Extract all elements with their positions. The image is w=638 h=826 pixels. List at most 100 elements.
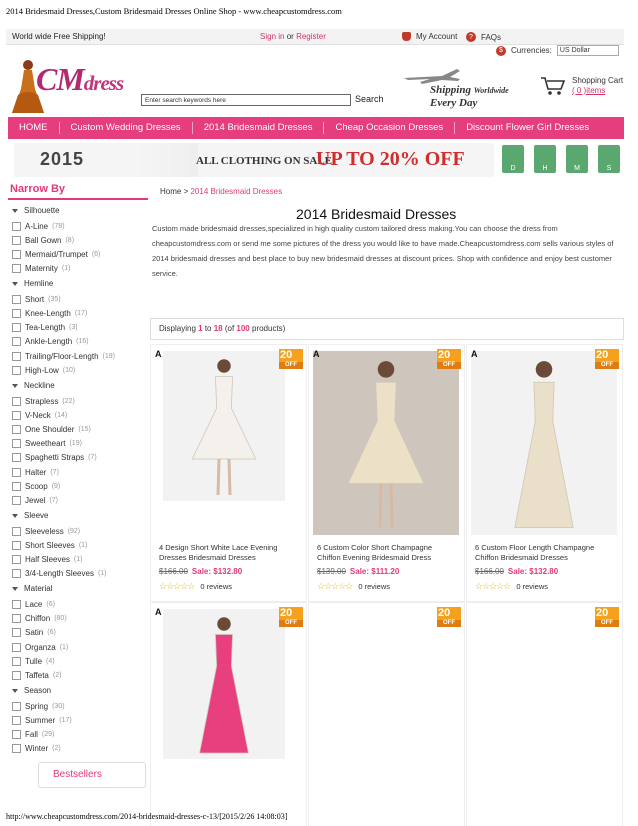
filter-option[interactable]: One Shoulder (15) bbox=[12, 424, 91, 434]
breadcrumb-home[interactable]: Home bbox=[160, 187, 181, 196]
filter-option[interactable]: Trailing/Floor-Length (19) bbox=[12, 351, 115, 361]
filter-checkbox[interactable] bbox=[12, 555, 21, 564]
filter-checkbox[interactable] bbox=[12, 467, 21, 477]
filter-checkbox[interactable] bbox=[12, 410, 21, 420]
filter-checkbox[interactable] bbox=[12, 670, 21, 680]
filter-checkbox[interactable] bbox=[12, 744, 21, 754]
filter-group-silhouette[interactable]: Silhouette bbox=[12, 206, 60, 215]
filter-option[interactable]: Summer (17) bbox=[12, 715, 72, 725]
product-reviews[interactable]: ☆☆☆☆☆ 0 reviews bbox=[475, 581, 548, 592]
filter-checkbox[interactable] bbox=[12, 337, 21, 347]
filter-checkbox[interactable] bbox=[12, 249, 21, 259]
my-account-link[interactable]: My Account bbox=[402, 32, 457, 41]
filter-option[interactable]: Knee-Length (17) bbox=[12, 309, 87, 318]
filter-option[interactable]: Winter (2) bbox=[12, 744, 61, 754]
product-name-link[interactable]: 6 Custom Floor Length Champagne Chiffon … bbox=[475, 543, 615, 563]
filter-checkbox[interactable] bbox=[12, 323, 21, 333]
filter-checkbox[interactable] bbox=[12, 569, 21, 579]
nav-discount-flower-girl-dresses[interactable]: Discount Flower Girl Dresses bbox=[455, 122, 600, 134]
product-card[interactable]: 20 OFF bbox=[308, 602, 465, 826]
product-image[interactable] bbox=[313, 351, 459, 535]
filter-option[interactable]: Taffeta (2) bbox=[12, 670, 61, 680]
filter-checkbox[interactable] bbox=[12, 294, 21, 304]
product-reviews[interactable]: ☆☆☆☆☆ 0 reviews bbox=[159, 581, 232, 592]
filter-checkbox[interactable] bbox=[12, 628, 21, 638]
filter-checkbox[interactable] bbox=[12, 701, 21, 711]
faqs-link[interactable]: ? FAQs bbox=[466, 32, 501, 42]
filter-checkbox[interactable] bbox=[12, 642, 21, 652]
search-input[interactable]: Enter search keywords here bbox=[141, 94, 351, 106]
filter-checkbox[interactable] bbox=[12, 540, 21, 550]
filter-checkbox[interactable] bbox=[12, 730, 21, 739]
filter-checkbox[interactable] bbox=[12, 365, 21, 375]
search-button[interactable]: Search bbox=[355, 94, 384, 104]
filter-option[interactable]: Halter (7) bbox=[12, 467, 59, 477]
filter-checkbox[interactable] bbox=[12, 481, 21, 491]
product-name-link[interactable]: 4 Design Short White Lace Evening Dresse… bbox=[159, 543, 299, 563]
product-reviews[interactable]: ☆☆☆☆☆ 0 reviews bbox=[317, 581, 390, 592]
filter-option[interactable]: Ball Gown (8) bbox=[12, 235, 74, 245]
site-logo[interactable]: CMdress bbox=[10, 55, 130, 115]
product-name-link[interactable]: 6 Custom Color Short Champagne Chiffon E… bbox=[317, 543, 457, 563]
filter-checkbox[interactable] bbox=[12, 396, 21, 406]
filter-option[interactable]: 3/4-Length Sleeves (1) bbox=[12, 569, 107, 579]
product-image[interactable] bbox=[163, 351, 285, 501]
product-card[interactable]: 20 OFF bbox=[466, 602, 623, 826]
product-card[interactable]: A 20 OFF 4 Design Short White Lace Evening … bbox=[150, 344, 307, 602]
currency-select[interactable]: US Dollar bbox=[556, 45, 619, 56]
product-card[interactable]: A 20 OFF bbox=[150, 602, 307, 826]
filter-group-sleeve[interactable]: Sleeve bbox=[12, 511, 48, 520]
filter-option[interactable]: Short Sleeves (1) bbox=[12, 540, 87, 550]
filter-checkbox[interactable] bbox=[12, 264, 21, 274]
filter-group-neckline[interactable]: Neckline bbox=[12, 381, 55, 390]
sale-banner[interactable]: 2015 ALL CLOTHING ON SALE UP TO 20% OFF … bbox=[14, 143, 624, 177]
filter-option[interactable]: Strapless (22) bbox=[12, 396, 75, 406]
filter-option[interactable]: Tulle (4) bbox=[12, 656, 55, 666]
filter-checkbox[interactable] bbox=[12, 221, 21, 231]
filter-checkbox[interactable] bbox=[12, 424, 21, 434]
cart-items-link[interactable]: ( 0 )items bbox=[572, 86, 605, 95]
filter-option[interactable]: Tea-Length (3) bbox=[12, 323, 78, 333]
product-card[interactable]: A 20 OFF 6 Custom Floor Length Champagne Ch… bbox=[466, 344, 623, 602]
register-link[interactable]: Register bbox=[296, 32, 326, 41]
filter-checkbox[interactable] bbox=[12, 309, 21, 318]
filter-option[interactable]: Satin (6) bbox=[12, 628, 56, 638]
filter-option[interactable]: Fall (29) bbox=[12, 730, 54, 739]
nav-cheap-occasion-dresses[interactable]: Cheap Occasion Dresses bbox=[324, 122, 456, 134]
filter-checkbox[interactable] bbox=[12, 235, 21, 245]
filter-option[interactable]: V-Neck (14) bbox=[12, 410, 67, 420]
filter-checkbox[interactable] bbox=[12, 656, 21, 666]
product-image[interactable] bbox=[471, 351, 617, 535]
filter-option[interactable]: Lace (6) bbox=[12, 599, 55, 609]
filter-option[interactable]: Organza (1) bbox=[12, 642, 68, 652]
filter-option[interactable]: Sleeveless (92) bbox=[12, 526, 80, 536]
filter-checkbox[interactable] bbox=[12, 715, 21, 725]
nav-custom-wedding-dresses[interactable]: Custom Wedding Dresses bbox=[60, 122, 193, 134]
filter-option[interactable]: Half Sleeves (1) bbox=[12, 555, 82, 564]
filter-checkbox[interactable] bbox=[12, 439, 21, 449]
filter-option[interactable]: Jewel (7) bbox=[12, 495, 58, 505]
filter-checkbox[interactable] bbox=[12, 453, 21, 463]
product-image[interactable] bbox=[163, 609, 285, 759]
filter-option[interactable]: A-Line (78) bbox=[12, 221, 65, 231]
filter-option[interactable]: Ankle-Length (16) bbox=[12, 337, 89, 347]
filter-option[interactable]: Spring (30) bbox=[12, 701, 65, 711]
filter-option[interactable]: Scoop (9) bbox=[12, 481, 60, 491]
filter-checkbox[interactable] bbox=[12, 599, 21, 609]
filter-checkbox[interactable] bbox=[12, 495, 21, 505]
filter-option[interactable]: Mermaid/Trumpet (6) bbox=[12, 249, 100, 259]
nav-2014-bridesmaid-dresses[interactable]: 2014 Bridesmaid Dresses bbox=[193, 122, 325, 134]
filter-option[interactable]: Spaghetti Straps (7) bbox=[12, 453, 97, 463]
filter-group-material[interactable]: Material bbox=[12, 584, 52, 593]
filter-option[interactable]: Sweetheart (19) bbox=[12, 439, 82, 449]
filter-checkbox[interactable] bbox=[12, 351, 21, 361]
filter-option[interactable]: Chiffon (80) bbox=[12, 614, 67, 624]
sign-in-link[interactable]: Sign in bbox=[260, 32, 284, 41]
filter-option[interactable]: High-Low (10) bbox=[12, 365, 75, 375]
filter-option[interactable]: Maternity (1) bbox=[12, 264, 70, 274]
shopping-cart[interactable]: Shopping Cart ( 0 )items bbox=[540, 76, 623, 98]
filter-option[interactable]: Short (35) bbox=[12, 294, 61, 304]
nav-home[interactable]: HOME bbox=[8, 122, 60, 134]
filter-checkbox[interactable] bbox=[12, 614, 21, 624]
filter-checkbox[interactable] bbox=[12, 526, 21, 536]
